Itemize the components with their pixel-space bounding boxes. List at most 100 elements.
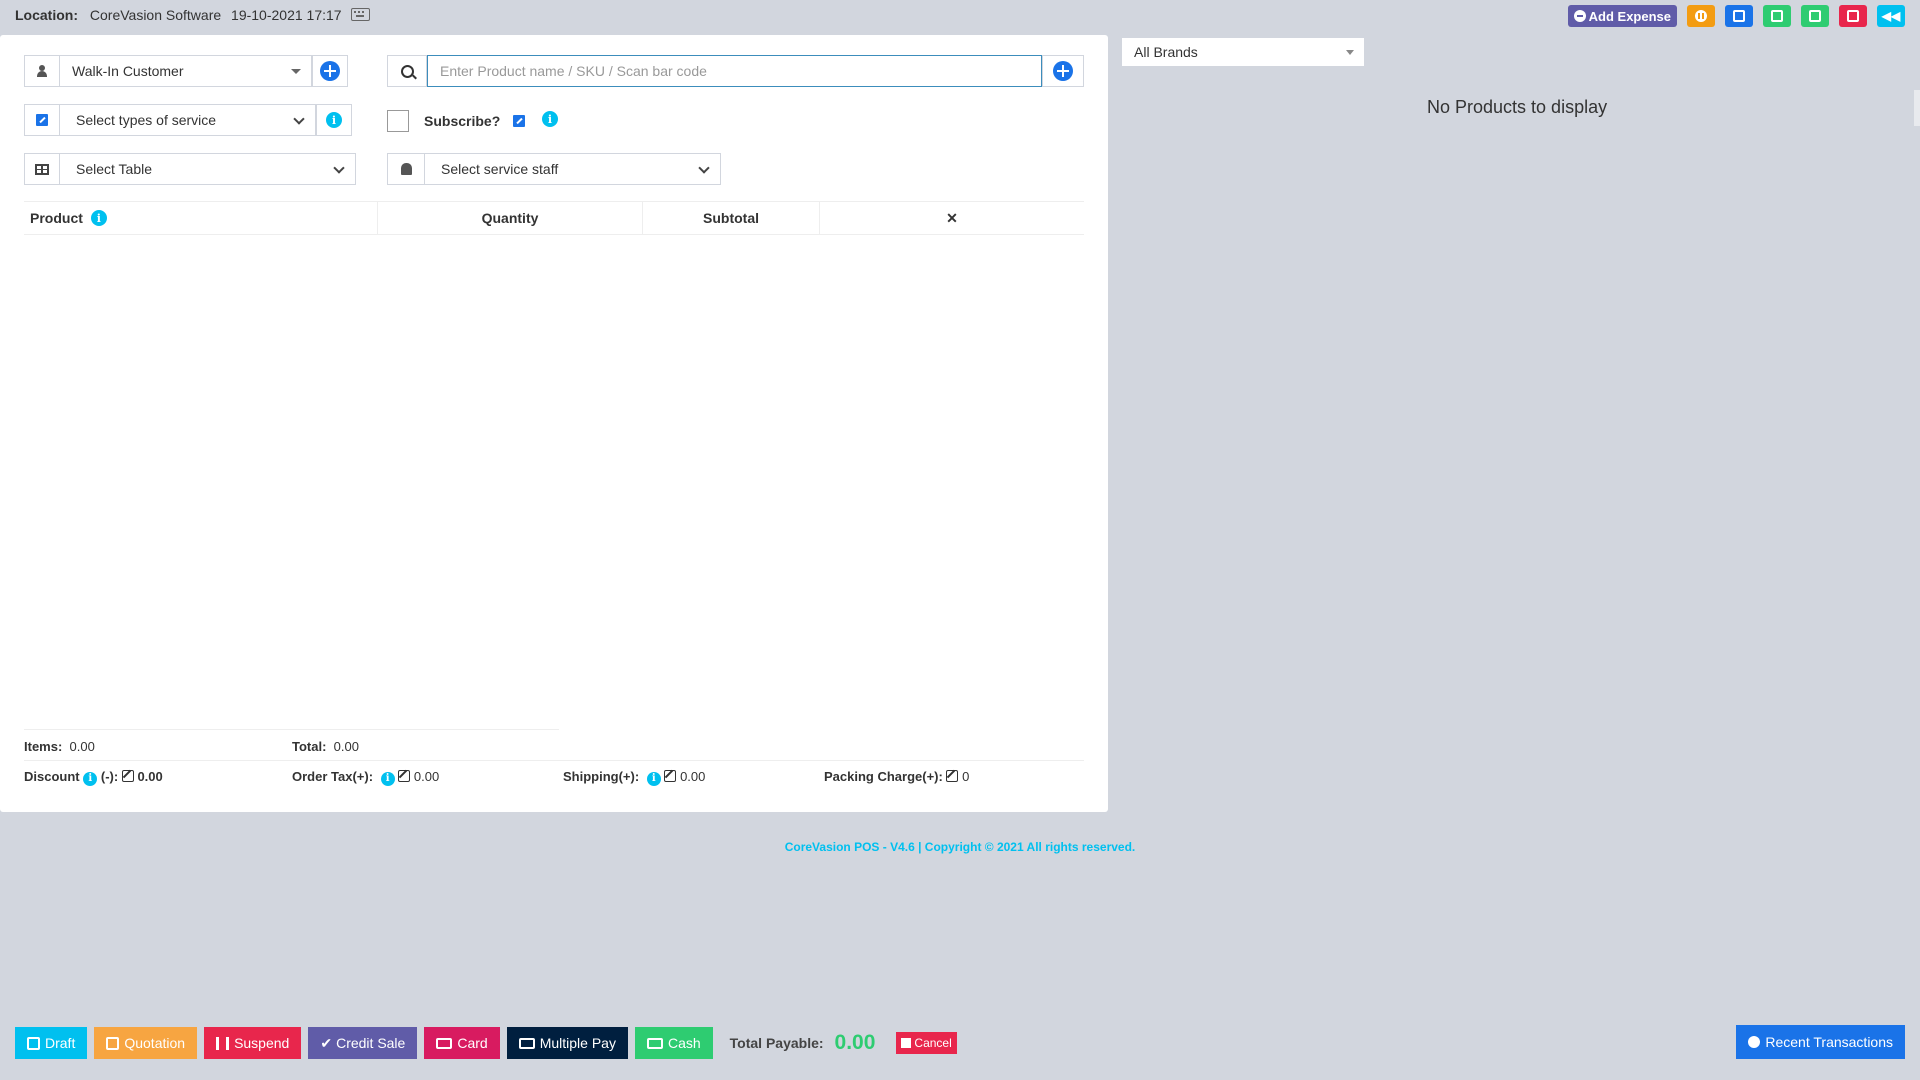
edit-icon[interactable] bbox=[664, 770, 677, 782]
shipping-value: 0.00 bbox=[680, 769, 706, 784]
subscribe-checkbox[interactable] bbox=[387, 110, 409, 132]
close-box-icon bbox=[1847, 10, 1859, 22]
shipping: Shipping(+): i 0.00 bbox=[563, 769, 705, 786]
money-check-icon bbox=[518, 1037, 535, 1049]
credit-sale-button[interactable]: ✔ Credit Sale bbox=[308, 1027, 418, 1059]
search-group: Enter Product name / SKU / Scan bar code bbox=[387, 55, 1084, 87]
staff-select[interactable]: Select service staff bbox=[425, 153, 721, 185]
search-placeholder: Enter Product name / SKU / Scan bar code bbox=[440, 63, 707, 79]
register-details-button[interactable] bbox=[1725, 5, 1753, 27]
pause-button[interactable] bbox=[1687, 5, 1715, 27]
edit-icon bbox=[106, 1036, 120, 1050]
subscribe-label: Subscribe? bbox=[424, 113, 501, 129]
packing-value: 0 bbox=[962, 769, 970, 784]
cart-table-header: Product i Quantity Subtotal ✕ bbox=[24, 201, 1084, 235]
credit-card-icon bbox=[436, 1037, 453, 1049]
info-icon[interactable]: i bbox=[646, 771, 661, 786]
table-select[interactable]: Select Table bbox=[60, 153, 356, 185]
table-value: Select Table bbox=[76, 161, 153, 177]
draft-button[interactable]: Draft bbox=[15, 1027, 88, 1059]
no-products-message: No Products to display bbox=[1427, 97, 1608, 117]
pos-form-panel: Walk-In Customer Enter Product name / SK… bbox=[0, 35, 1108, 812]
card-button[interactable]: Card bbox=[424, 1027, 500, 1059]
cancel-label: Cancel bbox=[914, 1036, 952, 1050]
minus-circle-icon bbox=[1573, 10, 1586, 22]
plus-circle-icon bbox=[320, 61, 340, 81]
divider bbox=[24, 729, 559, 730]
cash-button[interactable]: Cash bbox=[634, 1027, 713, 1059]
info-icon: i bbox=[326, 112, 342, 128]
search-icon bbox=[400, 64, 414, 78]
multiple-pay-button[interactable]: Multiple Pay bbox=[506, 1027, 628, 1059]
table-icon bbox=[35, 163, 49, 175]
total-amount: Total: 0.00 bbox=[292, 739, 359, 754]
search-addon bbox=[387, 55, 427, 87]
packing-charge: Packing Charge(+): 0 bbox=[824, 769, 969, 784]
order-tax-value: 0.00 bbox=[413, 769, 440, 784]
money-bill-icon bbox=[646, 1037, 663, 1049]
customer-group: Walk-In Customer bbox=[24, 55, 348, 87]
cancel-button[interactable]: Cancel bbox=[896, 1032, 957, 1054]
side-panel-handle[interactable] bbox=[1914, 90, 1920, 126]
service-info[interactable]: i bbox=[316, 104, 352, 136]
total-payable-label: Total Payable: bbox=[729, 1035, 824, 1051]
check-icon: ✔ bbox=[320, 1034, 333, 1051]
quotation-button[interactable]: Quotation bbox=[94, 1027, 198, 1059]
add-product-button[interactable] bbox=[1042, 55, 1084, 87]
recent-transactions-label: Recent Transactions bbox=[1765, 1034, 1893, 1050]
clock-icon bbox=[1748, 1036, 1761, 1048]
back-button[interactable]: ◀◀ bbox=[1877, 5, 1905, 27]
items-label: Items: bbox=[24, 739, 63, 754]
info-icon[interactable]: i bbox=[380, 771, 395, 786]
brand-filter-value: All Brands bbox=[1134, 44, 1198, 60]
location-info: Location: CoreVasion Software 19-10-2021… bbox=[15, 7, 371, 23]
col-remove: ✕ bbox=[820, 202, 1084, 234]
shipping-label: Shipping(+): bbox=[563, 769, 640, 784]
suspend-button[interactable]: Suspend bbox=[204, 1027, 302, 1059]
edit-icon[interactable] bbox=[946, 770, 959, 782]
copyright-text: CoreVasion POS - V4.6 | Copyright © 2021… bbox=[784, 840, 1136, 854]
calculator-button[interactable] bbox=[1763, 5, 1791, 27]
order-tax-label: Order Tax(+): bbox=[292, 769, 374, 784]
table-addon bbox=[24, 153, 60, 185]
external-link-icon bbox=[36, 114, 48, 126]
location-label: Location: bbox=[15, 7, 78, 23]
items-count: Items: 0.00 bbox=[24, 739, 95, 754]
items-value: 0.00 bbox=[69, 739, 95, 754]
close-box-icon bbox=[901, 1038, 912, 1048]
add-expense-label: Add Expense bbox=[1588, 8, 1671, 24]
draft-label: Draft bbox=[45, 1035, 76, 1051]
col-product: Product i bbox=[24, 202, 378, 234]
search-input[interactable]: Enter Product name / SKU / Scan bar code bbox=[427, 55, 1042, 87]
col-quantity-label: Quantity bbox=[481, 210, 539, 226]
subscribe-info-icon[interactable]: i bbox=[542, 111, 558, 127]
close-register-button[interactable] bbox=[1839, 5, 1867, 27]
card-label: Card bbox=[457, 1035, 488, 1051]
user-icon bbox=[36, 65, 48, 77]
total-payable-value: 0.00 bbox=[834, 1031, 876, 1054]
discount-label: Discount bbox=[24, 769, 80, 784]
cash-register-button[interactable] bbox=[1801, 5, 1829, 27]
edit-icon[interactable] bbox=[398, 770, 411, 782]
recent-transactions-button[interactable]: Recent Transactions bbox=[1736, 1025, 1905, 1059]
header-actions: Add Expense ◀◀ bbox=[1567, 5, 1905, 27]
keyboard-icon[interactable] bbox=[351, 8, 371, 21]
plus-circle-icon bbox=[1053, 61, 1073, 81]
add-customer-button[interactable] bbox=[312, 55, 348, 87]
discount: Discount i (-): 0.00 bbox=[24, 769, 163, 786]
col-product-label: Product bbox=[30, 210, 83, 226]
subscribe-link-icon[interactable] bbox=[513, 115, 525, 127]
service-type-select[interactable]: Select types of service bbox=[60, 104, 316, 136]
discount-suffix: (-): bbox=[100, 769, 119, 784]
window-icon bbox=[1733, 10, 1745, 22]
brand-filter-select[interactable]: All Brands bbox=[1121, 37, 1365, 67]
edit-icon[interactable] bbox=[121, 770, 134, 782]
customer-select[interactable]: Walk-In Customer bbox=[60, 55, 312, 87]
calculator-icon bbox=[1771, 10, 1783, 22]
add-expense-button[interactable]: Add Expense bbox=[1567, 5, 1677, 27]
info-icon[interactable]: i bbox=[83, 771, 98, 786]
briefcase-icon bbox=[1809, 10, 1821, 22]
pause-icon bbox=[216, 1036, 230, 1050]
info-icon[interactable]: i bbox=[90, 210, 107, 226]
service-type-value: Select types of service bbox=[76, 112, 217, 128]
